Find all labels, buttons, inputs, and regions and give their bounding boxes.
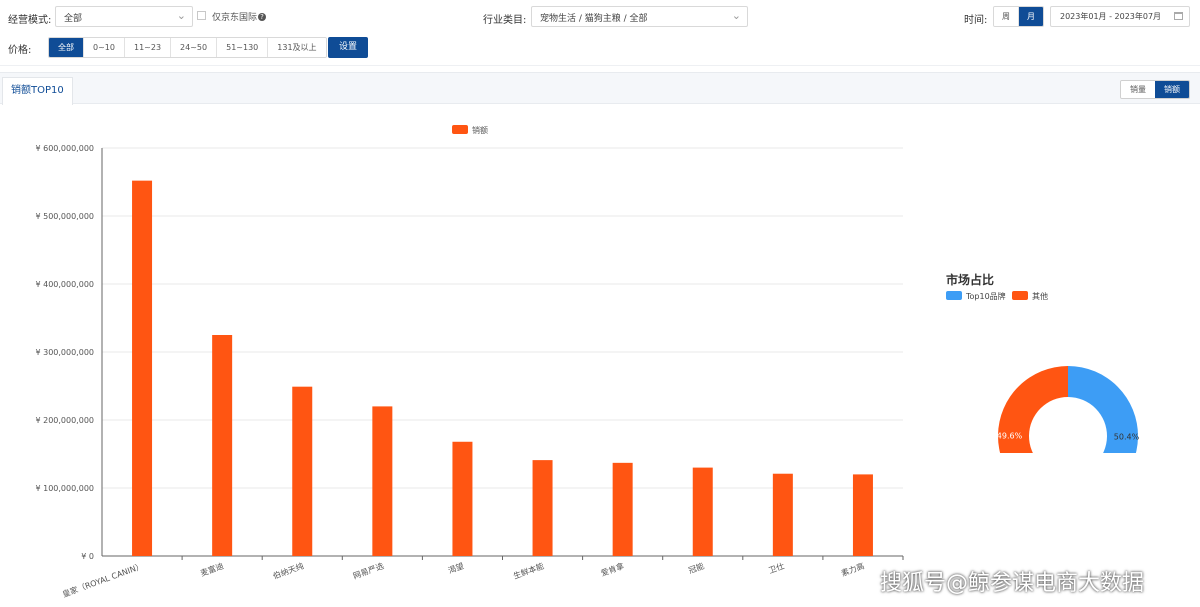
legend-swatch[interactable] [452,125,468,134]
bar[interactable] [852,474,873,556]
calendar-icon [1174,12,1183,20]
y-tick-label: ¥ 200,000,000 [35,416,94,425]
industry-select-value: 宠物生活 / 猫狗主粮 / 全部 [540,14,648,24]
y-tick-label: ¥ 400,000,000 [35,280,94,289]
x-tick-label: 爱肯拿 [599,560,625,578]
sales-bar-chart: 皇家（ROYAL CANIN） 麦富迪 伯纳天纯 网易严选 渴望 生鲜本能 爱肯拿 冠能 卫仕 素… [35,125,904,599]
jd-intl-label: 仅京东国际? [212,10,267,23]
price-option-11-23[interactable]: 11~23 [124,38,172,57]
time-option-month[interactable]: 月 [1019,7,1043,26]
bar[interactable] [692,467,713,556]
price-label: 价格: [8,45,32,56]
pie-legend-swatch[interactable] [946,291,962,300]
x-tick-label: 渴望 [447,560,465,575]
metric-option-sales[interactable]: 销额 [1155,81,1189,98]
time-label: 时间: [964,15,988,26]
market-share-donut-chart: 市场占比 Top10品牌 其他 50.4% 49.6% [946,272,1140,453]
date-range-value: 2023年01月 - 2023年07月 [1060,12,1162,21]
bar[interactable] [452,441,473,556]
pie-legend-label[interactable]: 其他 [1032,291,1048,301]
x-tick-label: 伯纳天纯 [271,560,304,580]
jd-intl-checkbox[interactable] [197,11,206,20]
time-granularity-toggle: 周 月 [993,6,1044,27]
price-option-0-10[interactable]: 0~10 [84,38,125,57]
chevron-down-icon: ⌄ [176,9,186,22]
y-tick-label: ¥ 500,000,000 [35,212,94,221]
bar[interactable] [772,473,793,556]
pie-title: 市场占比 [946,272,994,287]
pie-legend-label[interactable]: Top10品牌 [965,291,1006,301]
bar[interactable] [372,406,393,556]
x-tick-label: 卫仕 [767,560,785,575]
y-tick-label: ¥ 600,000,000 [35,144,94,153]
x-tick-label: 素力高 [840,560,866,578]
price-option-all[interactable]: 全部 [49,38,84,57]
bar[interactable] [132,180,153,556]
bar[interactable] [212,335,233,556]
mode-select-value: 全部 [64,14,83,24]
x-tick-label: 冠能 [687,560,705,575]
x-tick-label: 麦富迪 [199,560,225,578]
date-range-picker[interactable]: 2023年01月 - 2023年07月 [1050,6,1190,27]
y-tick-label: ¥ 300,000,000 [35,348,94,357]
metric-option-volume[interactable]: 销量 [1121,81,1155,98]
help-icon[interactable]: ? [258,13,267,21]
y-tick-label: ¥ 0 [81,552,94,561]
settings-button[interactable]: 设置 [328,37,368,58]
bar[interactable] [532,460,553,556]
industry-label: 行业类目: [483,15,527,26]
watermark-text: 搜狐号@鲸参谋电商大数据 [880,571,1145,596]
pie-value-label: 50.4% [1114,433,1140,442]
x-tick-label: 网易严选 [352,560,385,580]
sales-top10-panel: 销额TOP10 销量 销额 皇家（ROYAL CANIN） 麦富迪 伯纳天纯 网易严选… [0,72,1200,607]
price-option-51-130[interactable]: 51~130 [217,38,269,57]
x-tick-label: 生鲜本能 [512,560,545,580]
price-range-segments: 全部 0~10 11~23 24~50 51~130 131及以上 [48,37,327,58]
metric-toggle: 销量 销额 [1120,80,1190,99]
legend-label[interactable]: 销额 [472,125,488,135]
y-tick-label: ¥ 100,000,000 [35,484,94,493]
time-option-week[interactable]: 周 [994,7,1019,26]
bar[interactable] [612,462,633,556]
pie-legend-swatch[interactable] [1012,291,1028,300]
mode-label: 经营模式: [8,15,52,26]
price-option-131-plus[interactable]: 131及以上 [268,38,326,57]
filter-bar: 经营模式: 全部 ⌄ 仅京东国际? 行业类目: 宠物生活 / 猫狗主粮 / 全部… [0,0,1200,66]
industry-select[interactable]: 宠物生活 / 猫狗主粮 / 全部 ⌄ [531,6,748,27]
price-option-24-50[interactable]: 24~50 [171,38,218,57]
mode-select[interactable]: 全部 ⌄ [55,6,193,27]
chevron-down-icon: ⌄ [731,9,741,22]
bar[interactable] [292,386,313,556]
x-tick-label: 皇家（ROYAL CANIN） [61,560,145,599]
pie-value-label: 49.6% [997,431,1023,440]
